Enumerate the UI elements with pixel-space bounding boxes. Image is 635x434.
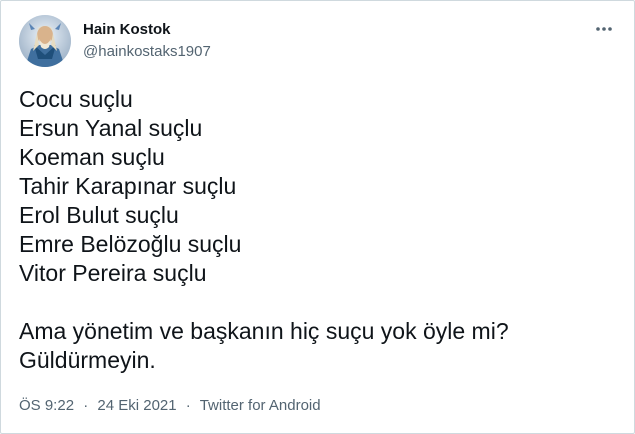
tweet-paragraph-line: Ama yönetim ve başkanın hiç suçu yok öyl… (19, 318, 509, 344)
avatar[interactable] (19, 15, 71, 67)
tweet-line: Tahir Karapınar suçlu (19, 173, 237, 199)
meta-separator: · (185, 397, 191, 414)
more-options-button[interactable] (592, 17, 616, 41)
tweet-line: Vitor Pereira suçlu (19, 260, 207, 286)
tweet-line: Cocu suçlu (19, 86, 133, 112)
paragraph-break (19, 288, 616, 317)
more-options-icon (596, 27, 612, 31)
tweet-line: Koeman suçlu (19, 144, 165, 170)
meta-separator: · (83, 397, 89, 414)
tweet-time-link[interactable]: ÖS 9:22 · 24 Eki 2021 (19, 397, 181, 414)
tweet-meta: ÖS 9:22 · 24 Eki 2021 · Twitter for Andr… (19, 397, 321, 415)
tweet-source-link[interactable]: Twitter for Android (200, 397, 321, 414)
author-handle[interactable]: @hainkostaks1907 (83, 43, 211, 61)
tweet-date: 24 Eki 2021 (97, 397, 177, 414)
author-names: Hain Kostok @hainkostaks1907 (83, 21, 211, 61)
tweet-line: Emre Belözoğlu suçlu (19, 231, 242, 257)
tweet-header: Hain Kostok @hainkostaks1907 (19, 15, 620, 69)
avatar-image (19, 15, 71, 67)
tweet-text: Cocu suçlu Ersun Yanal suçlu Koeman suçl… (19, 85, 616, 375)
tweet-line: Erol Bulut suçlu (19, 202, 179, 228)
author-display-name[interactable]: Hain Kostok (83, 21, 211, 39)
tweet-card: Hain Kostok @hainkostaks1907 Cocu suçlu … (0, 0, 635, 434)
tweet-time: ÖS 9:22 (19, 397, 75, 414)
tweet-line: Ersun Yanal suçlu (19, 115, 203, 141)
tweet-paragraph-line: Güldürmeyin. (19, 347, 156, 373)
